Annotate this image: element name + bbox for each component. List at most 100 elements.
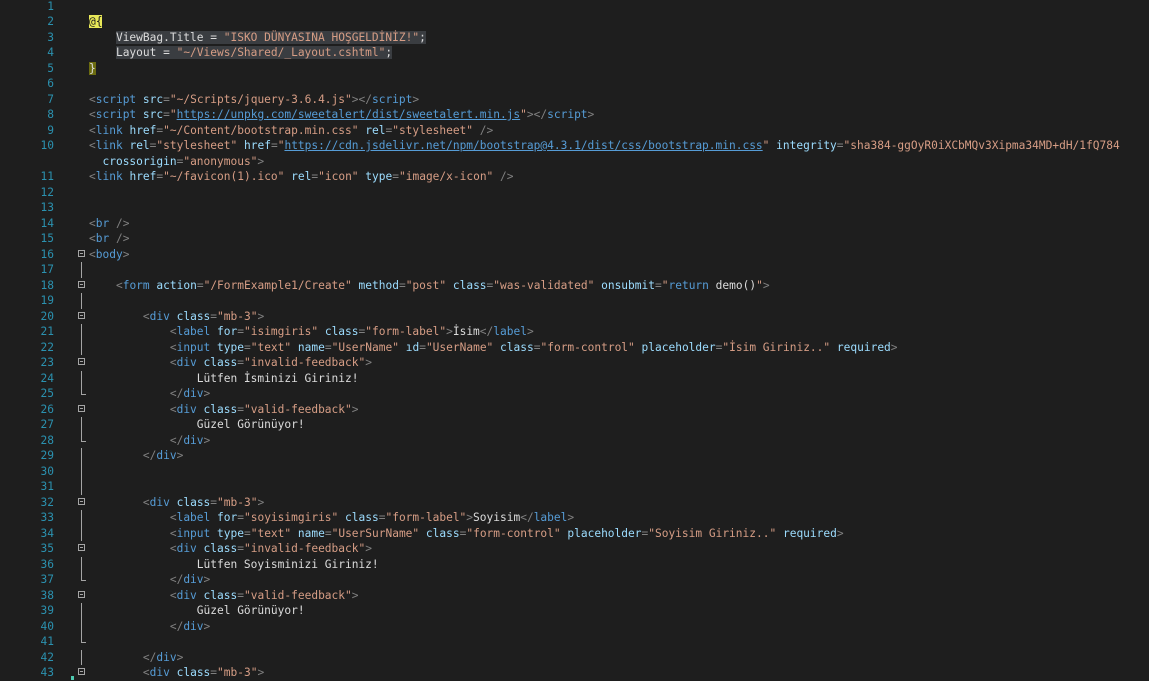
fold-collapse-icon[interactable] (78, 278, 87, 294)
fold-collapse-icon[interactable] (78, 247, 87, 263)
code-text[interactable]: <div class="invalid-feedback"> (89, 355, 372, 371)
code-editor[interactable]: 1 2 @{3 ViewBag.Title = "ISKO DÜNYASINA HO… (0, 0, 1149, 680)
code-text[interactable]: ViewBag.Title = "ISKO DÜNYASINA HOŞGELDİ… (89, 30, 426, 46)
code-line[interactable]: 24 Lütfen İsminizi Giriniz! (0, 370, 1149, 387)
code-line[interactable]: 41 (0, 634, 1149, 650)
code-line[interactable]: 4 Layout = "~/Views/Shared/_Layout.cshtm… (0, 45, 1149, 61)
code-text[interactable]: Güzel Görünüyor! (89, 603, 305, 619)
code-line[interactable]: 20 <div class="mb-3"> (0, 309, 1149, 325)
code-line[interactable]: 13 (0, 200, 1149, 216)
code-line[interactable]: 5} (0, 61, 1149, 77)
code-text[interactable]: <link href="~/favicon(1).ico" rel="icon"… (89, 169, 514, 185)
code-text[interactable]: <br /> (89, 231, 129, 247)
code-text[interactable]: <div class="invalid-feedback"> (89, 541, 372, 557)
code-line[interactable]: 30 (0, 463, 1149, 479)
code-text[interactable]: </div> (89, 572, 210, 588)
code-text[interactable]: </div> (89, 619, 210, 635)
code-text[interactable]: <div class="mb-3"> (89, 495, 264, 511)
code-text[interactable]: Güzel Görünüyor! (89, 417, 305, 433)
code-text[interactable]: <link href="~/Content/bootstrap.min.css"… (89, 123, 493, 139)
code-token: " (756, 278, 763, 292)
code-text[interactable]: crossorigin="anonymous"> (89, 154, 264, 170)
code-line[interactable]: 22 <input type="text" name="UserName" ıd… (0, 339, 1149, 356)
fold-collapse-icon[interactable] (78, 309, 87, 325)
code-text[interactable]: <div class="mb-3"> (89, 309, 264, 325)
code-line[interactable]: 1 (0, 0, 1149, 14)
code-text[interactable]: <label for="soyisimgiris" class="form-la… (89, 510, 574, 526)
code-line[interactable]: 16 <body> (0, 247, 1149, 263)
code-text[interactable]: } (89, 61, 96, 77)
code-line[interactable]: 43 <div class="mb-3"> (0, 665, 1149, 681)
code-text[interactable]: <div class="valid-feedback"> (89, 588, 359, 604)
fold-collapse-icon[interactable] (78, 355, 87, 371)
code-text[interactable]: <script src="https://unpkg.com/sweetaler… (89, 107, 594, 123)
code-line[interactable]: 10 <link rel="stylesheet" href="https://c… (0, 138, 1149, 154)
fold-collapse-icon[interactable] (78, 402, 87, 418)
code-text[interactable]: Lütfen İsminizi Giriniz! (89, 371, 359, 387)
code-line[interactable]: 37 </div> (0, 572, 1149, 588)
code-line[interactable]: 36 Lütfen Soyisminizi Giriniz! (0, 556, 1149, 573)
code-text[interactable]: <label for="isimgiris" class="form-label… (89, 324, 534, 340)
code-text[interactable]: </div> (89, 386, 210, 402)
code-line[interactable]: 15 <br /> (0, 231, 1149, 247)
code-text[interactable]: <div class="mb-3"> (89, 665, 264, 681)
fold-collapse-icon[interactable] (78, 495, 87, 511)
fold-guide (78, 510, 87, 526)
line-number: 15 (40, 232, 54, 245)
code-text[interactable]: </div> (89, 448, 183, 464)
code-line[interactable]: 34 <input type="text" name="UserSurName"… (0, 525, 1149, 542)
code-line[interactable]: 21 <label for="isimgiris" class="form-la… (0, 324, 1149, 340)
fold-collapse-icon[interactable] (78, 588, 87, 604)
code-text[interactable]: @{ (89, 14, 103, 30)
code-line[interactable]: 39 Güzel Görünüyor! (0, 603, 1149, 619)
code-line[interactable]: 18 <form action="/FormExample1/Create" m… (0, 278, 1149, 294)
code-line[interactable]: 8 <script src="https://unpkg.com/sweetale… (0, 107, 1149, 123)
code-text[interactable]: </div> (89, 433, 210, 449)
code-line[interactable]: crossorigin="anonymous"> (0, 154, 1149, 170)
code-line[interactable]: 11 <link href="~/favicon(1).ico" rel="ico… (0, 169, 1149, 185)
code-text[interactable]: <form action="/FormExample1/Create" meth… (89, 278, 770, 294)
line-number: 13 (40, 201, 54, 214)
code-line[interactable]: 23 <div class="invalid-feedback"> (0, 355, 1149, 371)
code-line[interactable]: 9 <link href="~/Content/bootstrap.min.css… (0, 123, 1149, 139)
code-line[interactable]: 27 Güzel Görünüyor! (0, 417, 1149, 433)
code-line[interactable]: 19 (0, 293, 1149, 309)
code-token: "icon" (318, 170, 359, 183)
code-text[interactable]: Layout = "~/Views/Shared/_Layout.cshtml"… (89, 45, 393, 61)
code-text[interactable]: <input type="text" name="UserSurName" cl… (89, 526, 844, 542)
code-text[interactable]: <body> (89, 247, 129, 263)
code-line[interactable]: 42 </div> (0, 649, 1149, 666)
code-line[interactable]: 3 ViewBag.Title = "ISKO DÜNYASINA HOŞGEL… (0, 30, 1149, 46)
code-line[interactable]: 14 <br /> (0, 216, 1149, 232)
code-line[interactable]: 28 </div> (0, 432, 1149, 449)
code-text[interactable]: Lütfen Soyisminizi Giriniz! (89, 557, 379, 573)
code-text[interactable]: </div> (89, 650, 183, 666)
code-line[interactable]: 38 <div class="valid-feedback"> (0, 588, 1149, 604)
line-number: 39 (40, 604, 54, 617)
code-line[interactable]: 31 (0, 479, 1149, 495)
code-text[interactable]: <script src="~/Scripts/jquery-3.6.4.js">… (89, 92, 419, 108)
code-line[interactable]: 7 <script src="~/Scripts/jquery-3.6.4.js"… (0, 92, 1149, 108)
code-line[interactable]: 35 <div class="invalid-feedback"> (0, 541, 1149, 557)
code-text[interactable]: <input type="text" name="UserName" ıd="U… (89, 340, 898, 356)
fold-collapse-icon[interactable] (78, 541, 87, 557)
code-token: class (345, 511, 379, 524)
code-line[interactable]: 33 <label for="soyisimgiris" class="form… (0, 510, 1149, 526)
code-line[interactable]: 29 </div> (0, 448, 1149, 464)
code-line[interactable]: 32 <div class="mb-3"> (0, 495, 1149, 511)
code-text[interactable]: <br /> (89, 216, 129, 232)
code-text[interactable]: <link rel="stylesheet" href="https://cdn… (89, 138, 1120, 154)
code-line[interactable]: 2 @{ (0, 14, 1149, 30)
code-line[interactable]: 25 </div> (0, 386, 1149, 402)
code-line[interactable]: 6 (0, 76, 1149, 92)
code-line[interactable]: 26 <div class="valid-feedback"> (0, 402, 1149, 418)
code-line[interactable]: 12 (0, 185, 1149, 201)
code-text[interactable]: <div class="valid-feedback"> (89, 402, 359, 418)
code-line[interactable]: 40 </div> (0, 618, 1149, 635)
line-number: 8 (47, 108, 54, 121)
fold-collapse-icon[interactable] (78, 665, 87, 681)
code-token: = (196, 278, 204, 292)
code-line[interactable]: 17 (0, 262, 1149, 278)
